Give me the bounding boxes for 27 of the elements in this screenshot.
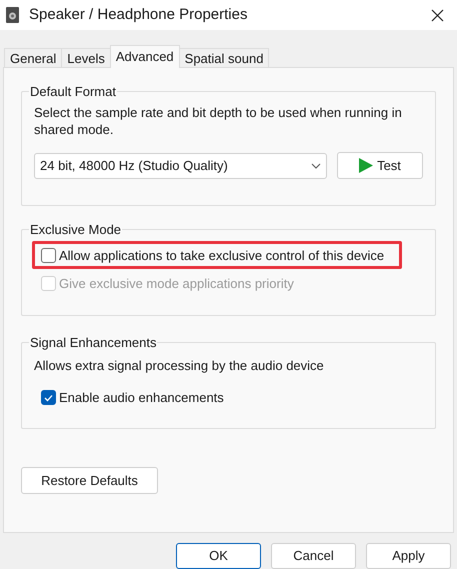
dialog-button[interactable]: Cancel [271, 543, 356, 569]
tab[interactable]: Advanced [110, 44, 180, 68]
checkbox[interactable] [41, 248, 56, 263]
restore-defaults-button[interactable]: Restore Defaults [21, 466, 158, 494]
format-dropdown[interactable]: 24 bit, 48000 Hz (Studio Quality) [34, 152, 327, 179]
description-text: Allows extra signal processing by the audio device [34, 357, 325, 376]
test-button[interactable]: Test [337, 152, 423, 180]
window-title: Speaker / Headphone Properties [29, 4, 248, 25]
play-icon [359, 158, 374, 174]
group-title: Signal Enhancements [29, 334, 158, 352]
checkbox-option[interactable]: Enable audio enhancements [32, 384, 423, 412]
tab[interactable]: Spatial sound [178, 48, 270, 68]
checkbox-label: Give exclusive mode applications priority [59, 274, 294, 293]
checkbox-label: Allow applications to take exclusive control of this device [59, 246, 384, 265]
dialog-button[interactable]: OK [176, 543, 261, 569]
checkbox-option[interactable]: Allow applications to take exclusive control of this device [32, 241, 402, 270]
dialog-button[interactable]: Apply [366, 543, 451, 569]
checkbox-label: Enable audio enhancements [59, 389, 224, 408]
check-icon [44, 394, 53, 402]
chevron-down-icon [311, 162, 321, 169]
group-title: Exclusive Mode [29, 220, 122, 239]
checkbox[interactable] [41, 390, 56, 406]
tab[interactable]: General [4, 48, 62, 68]
speaker-icon [6, 7, 19, 23]
close-icon [430, 8, 444, 22]
group-title: Default Format [29, 82, 117, 101]
description-text: Select the sample rate and bit depth to be used when running in shared mode. [34, 104, 403, 138]
